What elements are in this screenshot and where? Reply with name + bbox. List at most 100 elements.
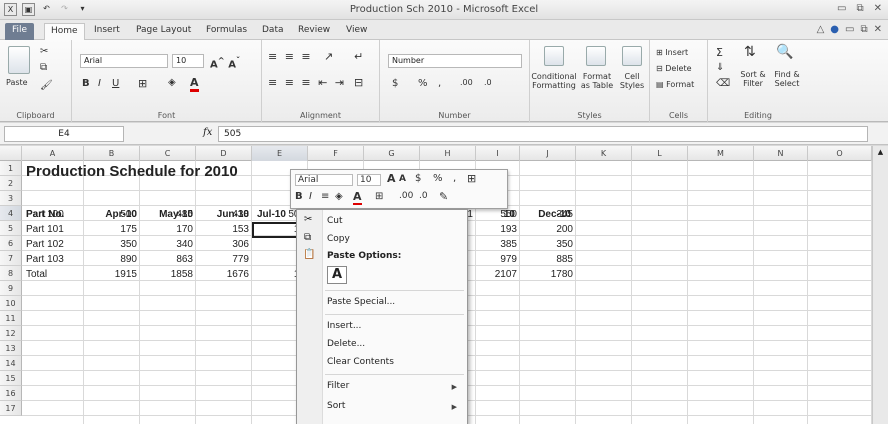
percent-button[interactable]: % bbox=[418, 78, 428, 89]
paste-icon[interactable] bbox=[8, 46, 30, 74]
menu-sort[interactable]: Sort bbox=[327, 398, 345, 414]
orientation-icon[interactable]: ↗ bbox=[324, 50, 333, 63]
window-minimize-icon[interactable]: ▭ bbox=[845, 24, 854, 35]
mini-shrink-font-button[interactable]: A bbox=[399, 174, 406, 184]
menu-copy[interactable]: Copy bbox=[327, 231, 350, 247]
menu-delete[interactable]: Delete... bbox=[327, 336, 365, 352]
close-button[interactable]: ✕ bbox=[874, 3, 882, 14]
merge-center-icon[interactable]: ⊟ bbox=[354, 76, 363, 89]
format-table-icon[interactable] bbox=[586, 46, 606, 66]
help-icon[interactable]: ● bbox=[830, 24, 839, 35]
borders-icon[interactable]: ⊞ bbox=[138, 77, 147, 90]
tab-insert[interactable]: Insert bbox=[88, 23, 126, 40]
vertical-scrollbar[interactable]: ▲ bbox=[872, 146, 888, 424]
cell-c7[interactable]: 863 bbox=[140, 252, 196, 267]
cell-i4[interactable]: 550 bbox=[476, 207, 520, 222]
row-header[interactable]: 16 bbox=[0, 386, 22, 401]
cell-i5[interactable]: 193 bbox=[476, 222, 520, 237]
formula-input[interactable]: 505 bbox=[218, 126, 868, 142]
cell-a5[interactable]: Part 101 bbox=[26, 222, 64, 237]
window-close-icon[interactable]: ✕ bbox=[874, 24, 882, 35]
italic-button[interactable]: I bbox=[98, 78, 101, 89]
cell-b4[interactable]: 500 bbox=[84, 207, 140, 222]
mini-decrease-decimal-button[interactable]: .0 bbox=[419, 191, 428, 201]
menu-filter[interactable]: Filter bbox=[327, 378, 349, 394]
insert-function-icon[interactable]: fx bbox=[203, 127, 212, 138]
mini-format-painter-brush-icon[interactable]: ✎ bbox=[439, 190, 448, 203]
horizontal-align-icons[interactable]: ≡ ≡ ≡ ⇤ ⇥ bbox=[268, 76, 346, 89]
sheet-title[interactable]: Production Schedule for 2010 bbox=[26, 162, 238, 182]
menu-insert[interactable]: Insert... bbox=[327, 318, 361, 334]
name-box[interactable]: E4 bbox=[4, 126, 124, 142]
cell-a7[interactable]: Part 103 bbox=[26, 252, 64, 267]
mini-borders-icon[interactable]: ⊞ bbox=[375, 191, 383, 202]
cell-d4[interactable]: 438 bbox=[196, 207, 252, 222]
mini-size-select[interactable]: 10 bbox=[357, 174, 381, 186]
cell-c5[interactable]: 170 bbox=[140, 222, 196, 237]
column-header[interactable]: G bbox=[364, 146, 420, 161]
cell-a8[interactable]: Total bbox=[26, 267, 47, 282]
column-header[interactable]: M bbox=[688, 146, 754, 161]
mini-bold-button[interactable]: B bbox=[295, 191, 303, 202]
tab-home[interactable]: Home bbox=[44, 23, 85, 41]
row-header[interactable]: 4 bbox=[0, 206, 22, 221]
cell-styles-button[interactable]: Cell Styles bbox=[616, 72, 648, 90]
mini-align-center-icon[interactable]: ≡ bbox=[321, 191, 329, 202]
cut-icon[interactable]: ✂ bbox=[40, 46, 48, 57]
delete-cells-button[interactable]: ⊟ Delete bbox=[656, 64, 692, 73]
cell-c8[interactable]: 1858 bbox=[140, 267, 196, 282]
cell-b6[interactable]: 350 bbox=[84, 237, 140, 252]
mini-format-painter-icon[interactable]: ⊞ bbox=[467, 172, 476, 185]
cell-j8[interactable]: 1780 bbox=[520, 267, 576, 282]
column-header[interactable]: J bbox=[520, 146, 576, 161]
cell-b5[interactable]: 175 bbox=[84, 222, 140, 237]
column-header[interactable]: B bbox=[84, 146, 140, 161]
row-header[interactable]: 1 bbox=[0, 161, 22, 176]
row-header[interactable]: 17 bbox=[0, 401, 22, 416]
number-format-select[interactable]: Number bbox=[388, 54, 522, 68]
select-all-corner[interactable] bbox=[0, 146, 22, 161]
cell-d5[interactable]: 153 bbox=[196, 222, 252, 237]
row-header[interactable]: 6 bbox=[0, 236, 22, 251]
copy-icon[interactable]: ⧉ bbox=[40, 62, 47, 73]
sort-filter-button[interactable]: Sort & Filter bbox=[736, 70, 770, 88]
font-size-select[interactable]: 10 bbox=[172, 54, 204, 68]
cell-a4[interactable]: Part 100 bbox=[26, 207, 64, 222]
ribbon-minimize-icon[interactable]: △ bbox=[817, 24, 825, 35]
conditional-formatting-button[interactable]: Conditional Formatting bbox=[530, 72, 578, 90]
cell-d7[interactable]: 779 bbox=[196, 252, 252, 267]
bold-button[interactable]: B bbox=[82, 78, 90, 89]
mini-italic-button[interactable]: I bbox=[309, 191, 312, 202]
sort-filter-icon[interactable]: ⇅ bbox=[744, 44, 756, 60]
cell-i8[interactable]: 2107 bbox=[476, 267, 520, 282]
cell-i6[interactable]: 385 bbox=[476, 237, 520, 252]
row-header[interactable]: 12 bbox=[0, 326, 22, 341]
comma-button[interactable]: , bbox=[438, 78, 441, 89]
wrap-text-icon[interactable]: ↵ bbox=[354, 50, 363, 63]
cell-b8[interactable]: 1915 bbox=[84, 267, 140, 282]
cell-b7[interactable]: 890 bbox=[84, 252, 140, 267]
column-header[interactable]: E bbox=[252, 146, 308, 161]
find-select-button[interactable]: Find & Select bbox=[770, 70, 804, 88]
menu-cut[interactable]: Cut bbox=[327, 213, 343, 229]
tab-data[interactable]: Data bbox=[256, 23, 290, 40]
mini-font-color-icon[interactable]: A bbox=[353, 190, 362, 205]
underline-button[interactable]: U bbox=[112, 78, 119, 89]
tab-file[interactable]: File bbox=[5, 23, 35, 40]
column-header[interactable]: N bbox=[754, 146, 808, 161]
cell-d8[interactable]: 1676 bbox=[196, 267, 252, 282]
cell-d6[interactable]: 306 bbox=[196, 237, 252, 252]
insert-cells-button[interactable]: ⊞ Insert bbox=[656, 48, 688, 57]
row-header[interactable]: 5 bbox=[0, 221, 22, 236]
column-header[interactable]: H bbox=[420, 146, 476, 161]
tab-review[interactable]: Review bbox=[292, 23, 336, 40]
cell-j6[interactable]: 350 bbox=[520, 237, 576, 252]
row-header[interactable]: 15 bbox=[0, 371, 22, 386]
paste-button[interactable]: Paste bbox=[6, 78, 28, 87]
cell-a6[interactable]: Part 102 bbox=[26, 237, 64, 252]
restore-button[interactable]: ⧉ bbox=[856, 3, 863, 14]
mini-comma-button[interactable]: , bbox=[453, 173, 456, 184]
tab-formulas[interactable]: Formulas bbox=[200, 23, 253, 40]
column-header[interactable]: F bbox=[308, 146, 364, 161]
row-header[interactable]: 13 bbox=[0, 341, 22, 356]
